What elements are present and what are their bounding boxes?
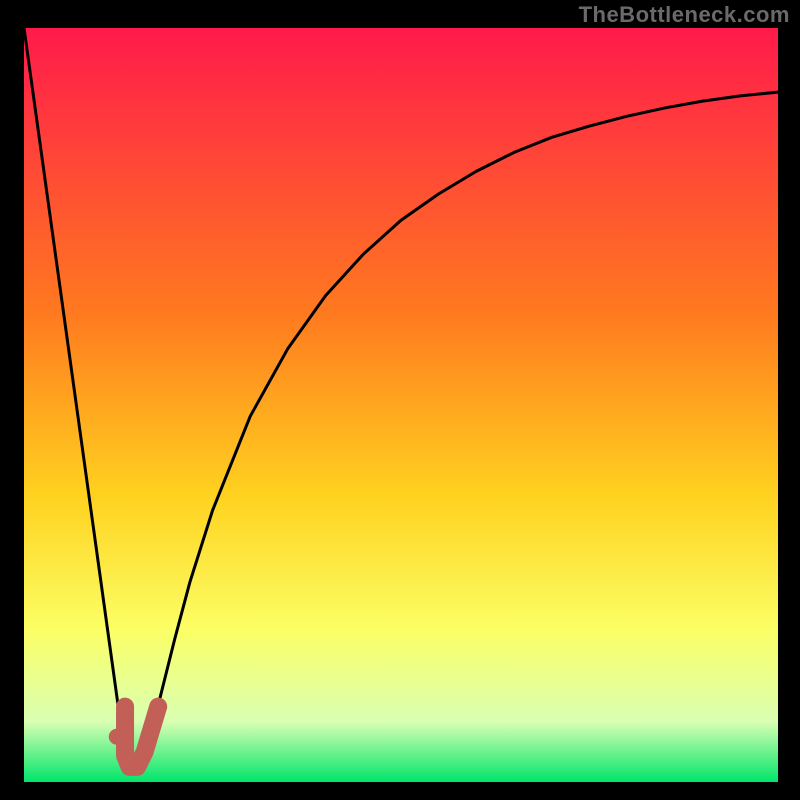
watermark-text: TheBottleneck.com [579, 2, 790, 28]
chart-frame: TheBottleneck.com [0, 0, 800, 800]
plot-area [24, 28, 778, 782]
gradient-background [24, 28, 778, 782]
dot-marker [109, 729, 125, 745]
bottleneck-plot [24, 28, 778, 782]
